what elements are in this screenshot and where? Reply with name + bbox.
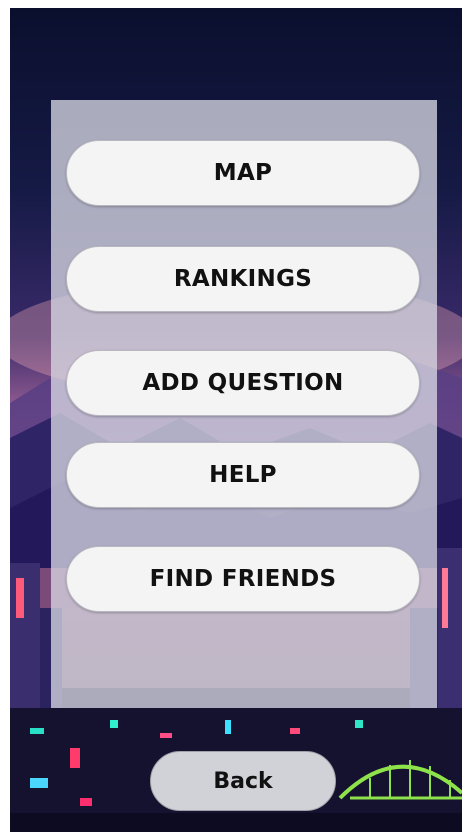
menu-panel: MAP RANKINGS ADD QUESTION HELP FIND FRIE… [51, 100, 437, 708]
help-button[interactable]: HELP [66, 442, 420, 508]
add-question-button[interactable]: ADD QUESTION [66, 350, 420, 416]
back-button[interactable]: Back [150, 751, 336, 811]
rankings-button[interactable]: RANKINGS [66, 246, 420, 312]
map-button[interactable]: MAP [66, 140, 420, 206]
find-friends-button[interactable]: FIND FRIENDS [66, 546, 420, 612]
app-screen: MAP RANKINGS ADD QUESTION HELP FIND FRIE… [10, 8, 462, 832]
